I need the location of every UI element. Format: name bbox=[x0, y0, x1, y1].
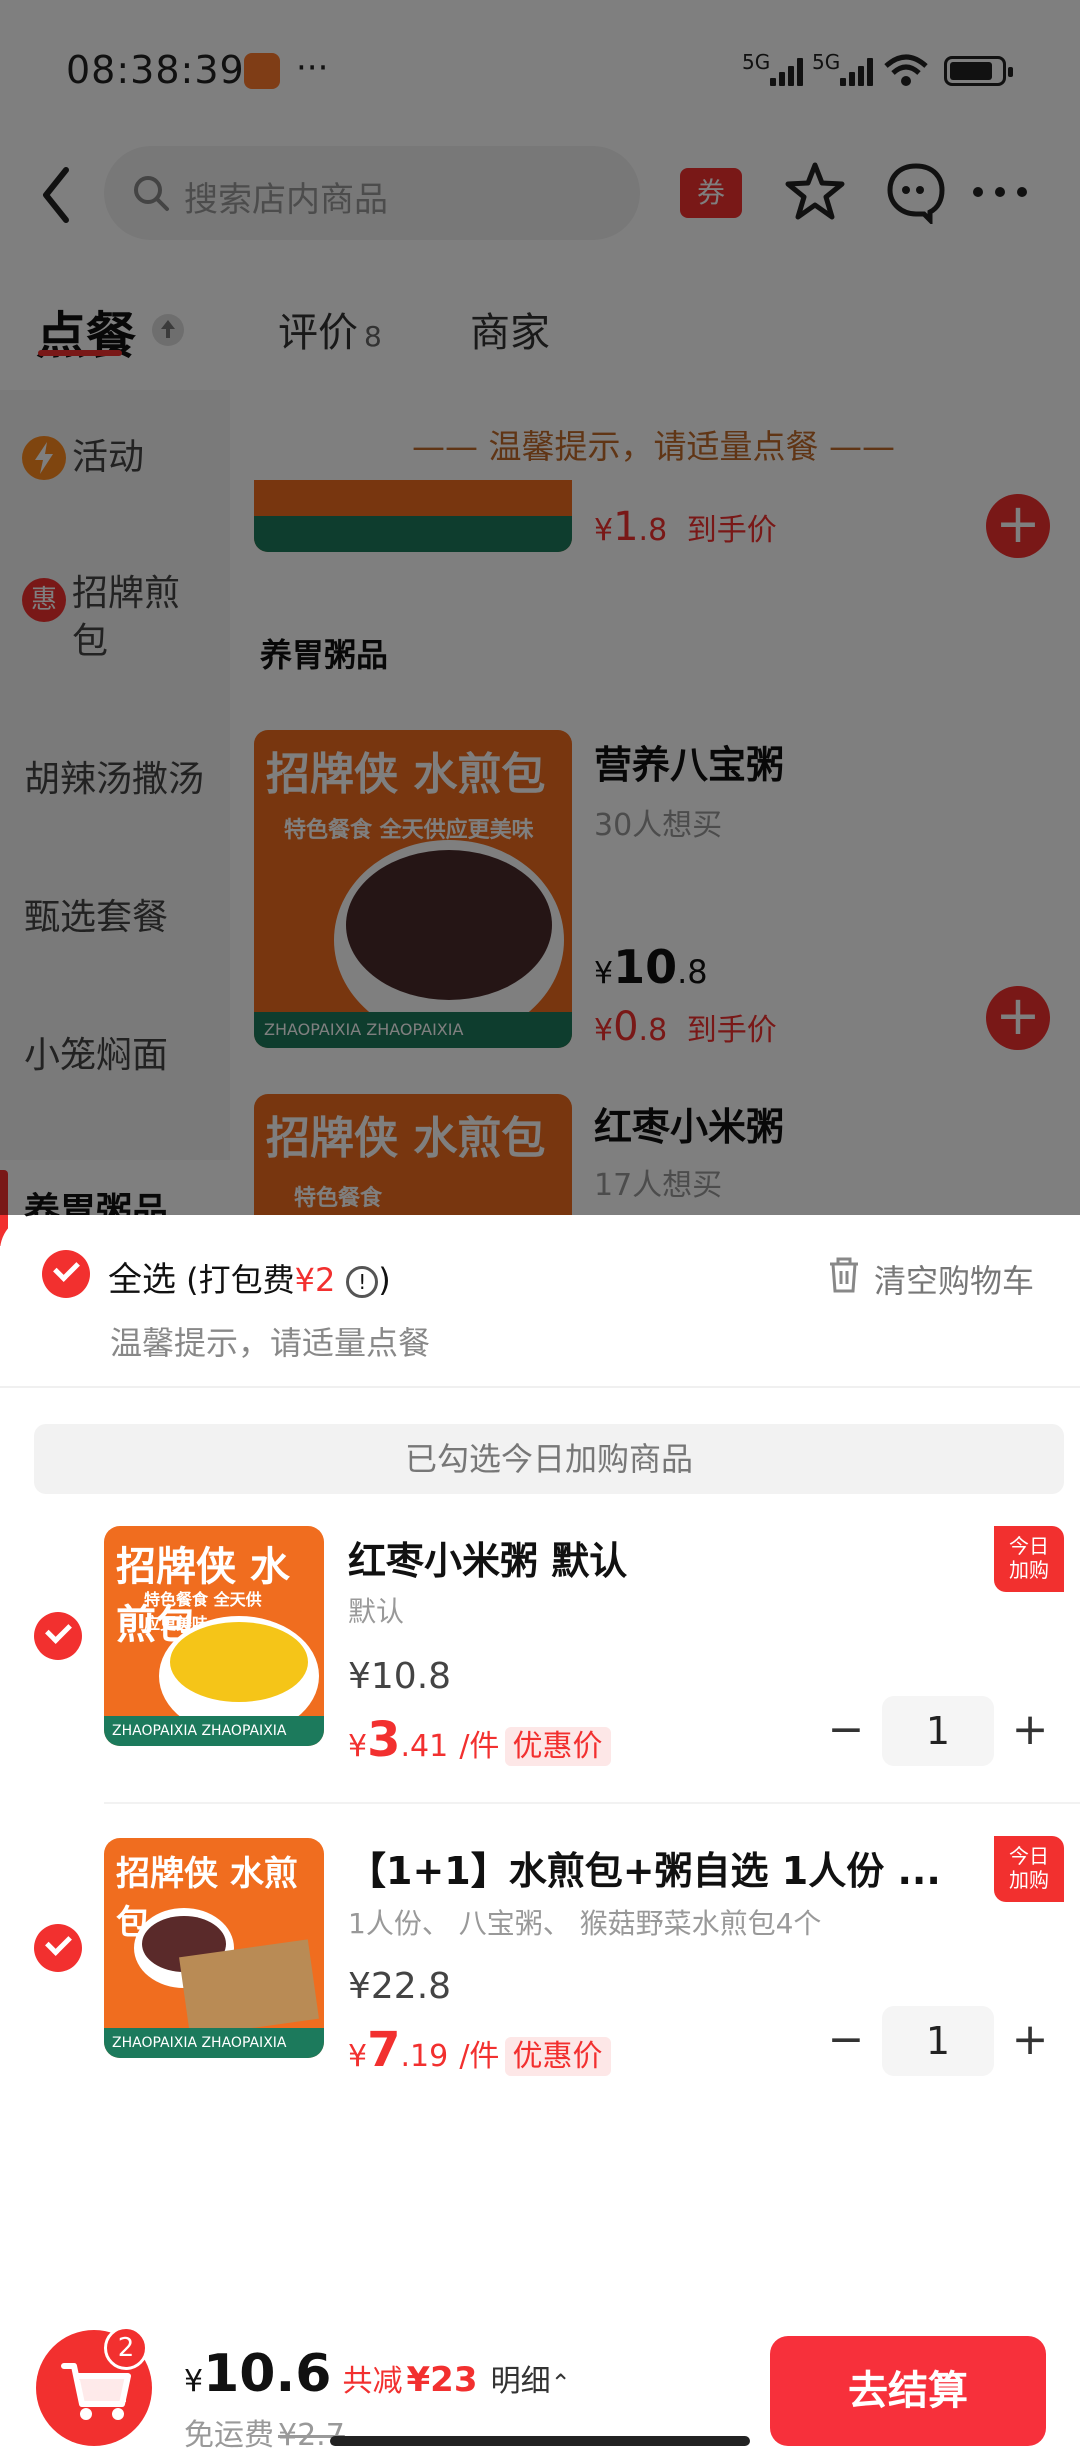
cart-item-deal-price: ¥3.41 /件 优惠价 bbox=[348, 1712, 611, 1768]
increase-quantity-button[interactable]: + bbox=[1010, 1704, 1050, 1755]
cart-item-title: 【1+1】水煎包+粥自选 1人份 ... bbox=[348, 1849, 941, 1893]
delivery-row: 免运费 ¥2.7 bbox=[184, 2410, 345, 2454]
dim-overlay[interactable] bbox=[0, 0, 1080, 1215]
deal-int: 7 bbox=[367, 2022, 401, 2078]
checkout-button[interactable]: 去结算 bbox=[770, 2336, 1046, 2446]
cart-item-spec: 1人份、 八宝粥、 猴菇野菜水煎包4个 bbox=[348, 1907, 822, 1940]
packing-suffix: ) bbox=[378, 1261, 391, 1299]
saved-amount: ¥23 bbox=[406, 2360, 478, 2400]
free-delivery-label: 免运费 bbox=[184, 2418, 274, 2453]
deal-unit: /件 bbox=[459, 2039, 500, 2074]
badge-line-2: 加购 bbox=[1009, 1868, 1049, 1892]
today-added-badge: 今日 加购 bbox=[994, 1836, 1064, 1902]
today-added-badge: 今日 加购 bbox=[994, 1526, 1064, 1592]
cart-item-image[interactable]: 招牌侠 水煎包 特色餐食 全天供应更美味 ZHAOPAIXIA ZHAOPAIX… bbox=[104, 1526, 324, 1746]
cart-item-original-price: ¥10.8 bbox=[348, 1656, 452, 1697]
deal-dec: .19 bbox=[400, 2039, 449, 2074]
deal-symbol: ¥ bbox=[348, 2039, 368, 2074]
deal-int: 3 bbox=[367, 1712, 401, 1768]
home-indicator[interactable] bbox=[330, 2436, 750, 2446]
trash-icon[interactable] bbox=[826, 1256, 862, 1294]
cart-tip: 温馨提示，请适量点餐 bbox=[110, 1324, 431, 1362]
badge-line-1: 今日 bbox=[1009, 1844, 1049, 1868]
select-all-label[interactable]: 全选 bbox=[108, 1260, 176, 1300]
decrease-quantity-button[interactable]: − bbox=[826, 1704, 866, 1755]
decrease-quantity-button[interactable]: − bbox=[826, 2014, 866, 2065]
increase-quantity-button[interactable]: + bbox=[1010, 2014, 1050, 2065]
deal-unit: /件 bbox=[459, 1729, 500, 1764]
deal-tag: 优惠价 bbox=[504, 1727, 611, 1766]
item-checkbox[interactable] bbox=[34, 1924, 82, 1972]
quantity-stepper[interactable]: 1 bbox=[882, 2006, 994, 2076]
item-checkbox[interactable] bbox=[34, 1612, 82, 1660]
cart-item-title: 红枣小米粥 默认 bbox=[348, 1539, 628, 1583]
deal-tag: 优惠价 bbox=[504, 2037, 611, 2076]
quantity-stepper[interactable]: 1 bbox=[882, 1696, 994, 1766]
cart-item-original-price: ¥22.8 bbox=[348, 1966, 452, 2007]
added-today-notice: 已勾选今日加购商品 bbox=[34, 1424, 1064, 1494]
divider bbox=[0, 1386, 1080, 1388]
select-all-checkbox[interactable] bbox=[42, 1250, 90, 1298]
packing-prefix: (打包费 bbox=[176, 1261, 295, 1299]
detail-button[interactable]: 明细 bbox=[491, 2364, 551, 2399]
saved-label: 共减 bbox=[342, 2364, 403, 2399]
deal-dec: .41 bbox=[400, 1729, 449, 1764]
cart-item-deal-price: ¥7.19 /件 优惠价 bbox=[348, 2022, 611, 2078]
badge-line-2: 加购 bbox=[1009, 1558, 1049, 1582]
cart-item-spec: 默认 bbox=[348, 1595, 405, 1628]
cart-item-strip: ZHAOPAIXIA ZHAOPAIXIA bbox=[104, 1716, 324, 1746]
clear-cart-button[interactable]: 清空购物车 bbox=[874, 1256, 1034, 1302]
total-row: ¥10.6 共减 ¥23 明细⌃ bbox=[184, 2344, 571, 2404]
deal-symbol: ¥ bbox=[348, 1729, 368, 1764]
total-price: 10.6 bbox=[203, 2344, 332, 2404]
cart-count-badge: 2 bbox=[104, 2326, 148, 2370]
chevron-up-icon[interactable]: ⌃ bbox=[551, 2369, 571, 2397]
packing-fee: ¥2 bbox=[294, 1261, 336, 1299]
info-icon[interactable]: ! bbox=[346, 1265, 379, 1298]
cart-item-image[interactable]: 招牌侠 水煎包 ZHAOPAIXIA ZHAOPAIXIA bbox=[104, 1838, 324, 2058]
total-symbol: ¥ bbox=[184, 2364, 204, 2399]
select-all-row: 全选 (打包费¥2 !) bbox=[108, 1252, 391, 1301]
divider bbox=[104, 1802, 1080, 1804]
badge-line-1: 今日 bbox=[1009, 1534, 1049, 1558]
cart-item-strip: ZHAOPAIXIA ZHAOPAIXIA bbox=[104, 2028, 324, 2058]
